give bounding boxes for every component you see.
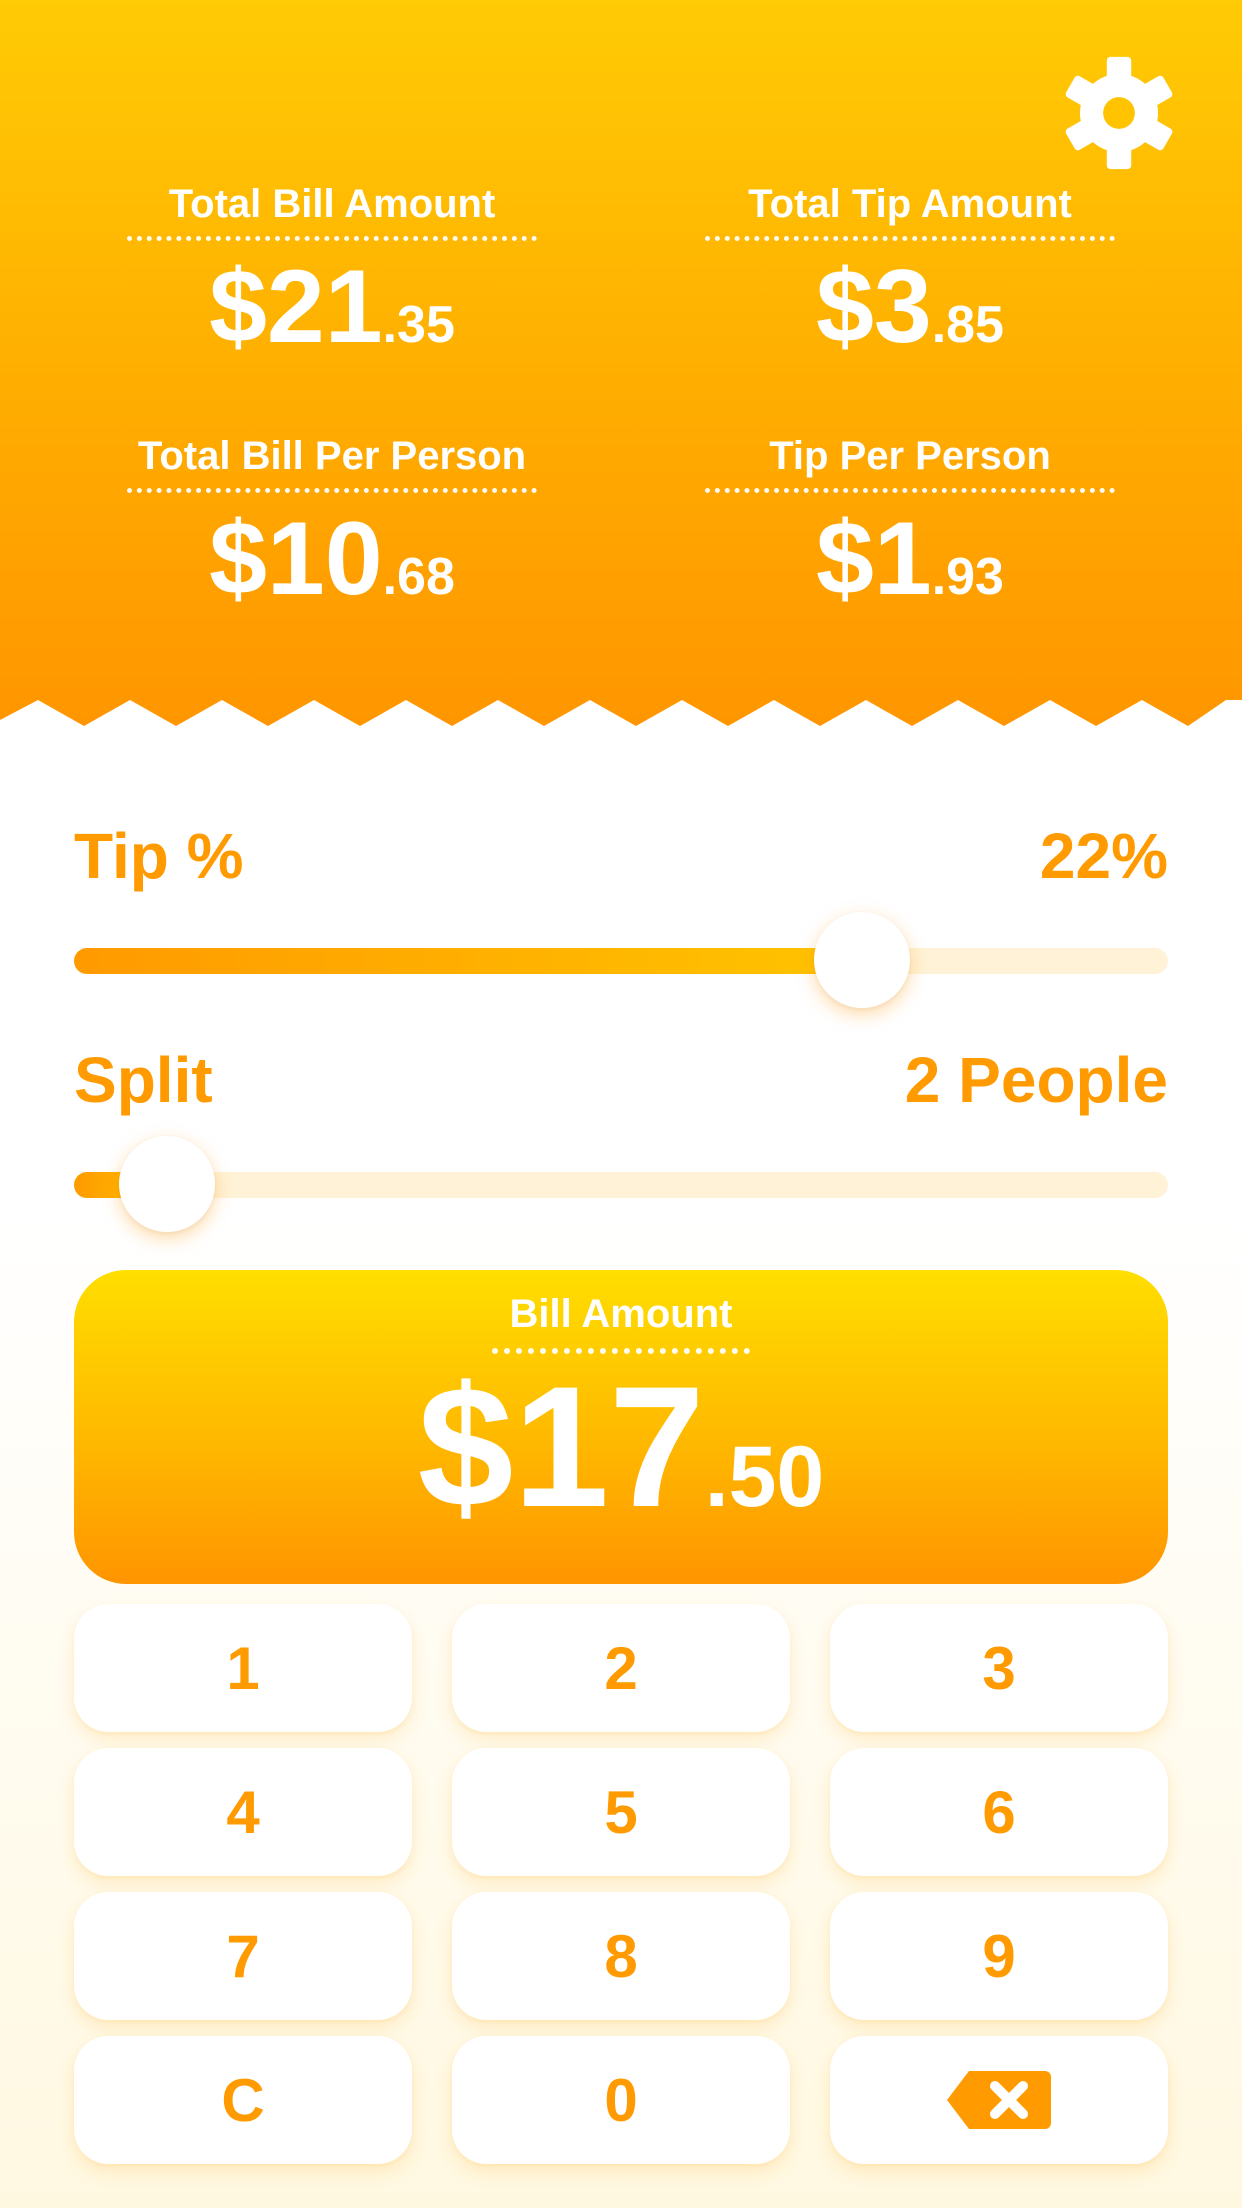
- key-3[interactable]: 3: [830, 1604, 1168, 1732]
- bill-per-person-label: Total Bill Per Person: [127, 432, 537, 493]
- total-bill-label: Total Bill Amount: [127, 180, 537, 241]
- bill-per-person-summary: Total Bill Per Person $10.68: [112, 432, 552, 640]
- gear-icon[interactable]: [1058, 52, 1180, 174]
- tip-slider-fill: [74, 948, 862, 974]
- total-tip-label: Total Tip Amount: [705, 180, 1115, 241]
- key-0[interactable]: 0: [452, 2036, 790, 2164]
- tip-slider-handle[interactable]: [813, 912, 910, 1008]
- split-label: Split: [74, 1044, 213, 1116]
- tip-per-person-label: Tip Per Person: [705, 432, 1115, 493]
- split-value: 2 People: [904, 1044, 1168, 1116]
- total-bill-summary: Total Bill Amount $21.35: [112, 180, 552, 388]
- total-tip-summary: Total Tip Amount $3.85: [690, 180, 1130, 388]
- bill-per-person-value: $10.68: [209, 501, 455, 617]
- bill-amount-label: Bill Amount: [492, 1290, 750, 1354]
- total-tip-value: $3.85: [816, 249, 1004, 365]
- key-6[interactable]: 6: [830, 1748, 1168, 1876]
- key-9[interactable]: 9: [830, 1892, 1168, 2020]
- tip-per-person-value: $1.93: [816, 501, 1004, 617]
- summary-header: Total Bill Amount $21.35 Total Tip Amoun…: [0, 0, 1242, 740]
- split-slider[interactable]: [74, 1136, 1168, 1232]
- receipt-edge: [0, 700, 1242, 750]
- key-clear[interactable]: C: [74, 2036, 412, 2164]
- key-7[interactable]: 7: [74, 1892, 412, 2020]
- bill-amount-display: Bill Amount $17.50: [74, 1270, 1168, 1584]
- backspace-button[interactable]: [830, 2036, 1168, 2164]
- tip-value: 22%: [1039, 820, 1168, 892]
- key-8[interactable]: 8: [452, 1892, 790, 2020]
- bill-amount-value: $17.50: [417, 1351, 825, 1543]
- key-5[interactable]: 5: [452, 1748, 790, 1876]
- tip-label: Tip %: [74, 820, 244, 892]
- tip-slider[interactable]: [74, 912, 1168, 1008]
- key-1[interactable]: 1: [74, 1604, 412, 1732]
- split-slider-handle[interactable]: [118, 1136, 215, 1232]
- key-2[interactable]: 2: [452, 1604, 790, 1732]
- tip-per-person-summary: Tip Per Person $1.93: [690, 432, 1130, 640]
- key-4[interactable]: 4: [74, 1748, 412, 1876]
- total-bill-value: $21.35: [209, 249, 455, 365]
- backspace-icon: [947, 2071, 1051, 2129]
